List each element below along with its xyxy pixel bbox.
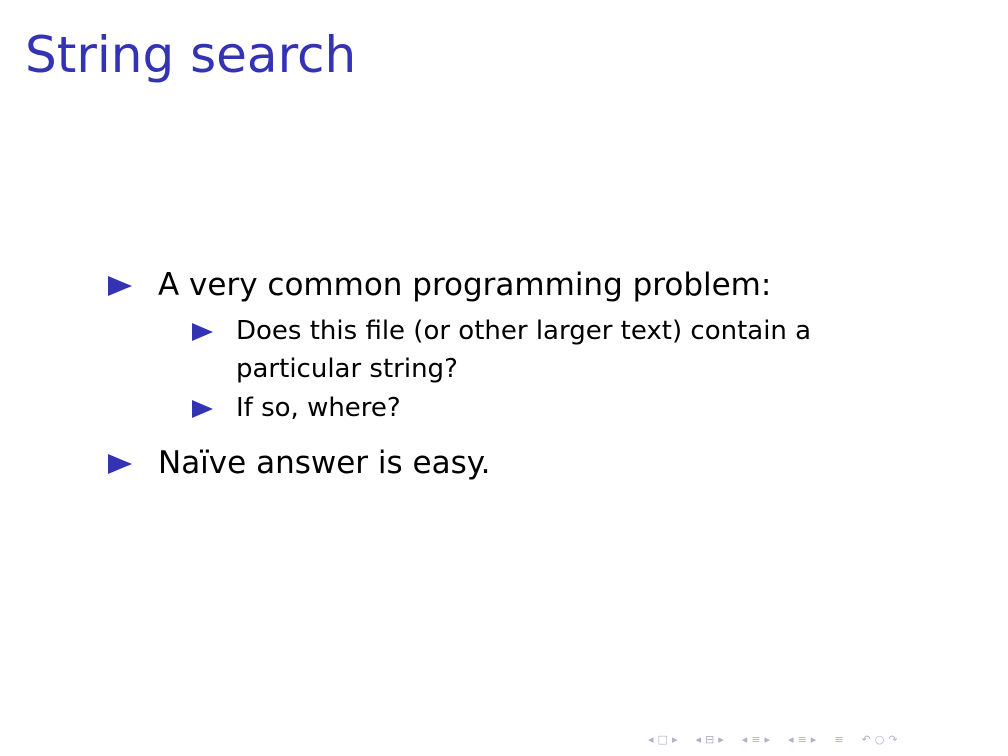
part-icon[interactable]: ≡ xyxy=(798,733,807,746)
sub-bullet-text-line: Does this file (or other larger text) co… xyxy=(236,316,812,346)
search-backward-icon[interactable]: ↶ xyxy=(862,733,871,746)
bullet-item: Naïve answer is easy. xyxy=(108,444,491,482)
bullet-triangle-icon xyxy=(108,454,132,474)
prev-subsection-left-icon[interactable]: ◂ xyxy=(695,733,701,746)
sub-bullet-text-line: If so, where? xyxy=(236,393,401,423)
next-frame-right-icon[interactable]: ▸ xyxy=(672,733,678,746)
next-subsection-right-icon[interactable]: ▸ xyxy=(718,733,724,746)
sub-bullet-continuation: particular string? xyxy=(236,350,458,388)
section-icon[interactable]: ≡ xyxy=(751,733,760,746)
next-section-right-icon[interactable]: ▸ xyxy=(765,733,771,746)
search-forward-icon[interactable]: ↷ xyxy=(888,733,897,746)
sub-bullet-item: If so, where? xyxy=(192,389,401,427)
first-frame-left-icon[interactable]: ◂ xyxy=(648,733,654,746)
sub-bullet-triangle-icon xyxy=(192,400,213,418)
next-part-right-icon[interactable]: ▸ xyxy=(811,733,817,746)
bullet-item: A very common programming problem: xyxy=(108,266,772,304)
bullet-list: A very common programming problem: Does … xyxy=(0,0,1008,756)
bullet-text: A very common programming problem: xyxy=(158,267,772,303)
prev-part-left-icon[interactable]: ◂ xyxy=(788,733,794,746)
subsection-icon[interactable]: ⊟ xyxy=(705,733,714,746)
bullet-triangle-icon xyxy=(108,276,132,296)
appendix-icon[interactable]: ≡ xyxy=(834,733,843,746)
prev-section-left-icon[interactable]: ◂ xyxy=(742,733,748,746)
frame-icon[interactable]: □ xyxy=(658,733,668,746)
beamer-navigation-bar: ◂ □ ▸ ◂ ⊟ ▸ ◂ ≡ ▸ ◂ ≡ ▸ ≡ ↶ ○ ↷ xyxy=(648,730,988,748)
sub-bullet-text-line: particular string? xyxy=(236,354,458,384)
sub-bullet-item: Does this file (or other larger text) co… xyxy=(192,312,812,350)
bullet-text: Naïve answer is easy. xyxy=(158,445,491,481)
sub-bullet-triangle-icon xyxy=(192,323,213,341)
search-icon[interactable]: ○ xyxy=(875,733,885,746)
